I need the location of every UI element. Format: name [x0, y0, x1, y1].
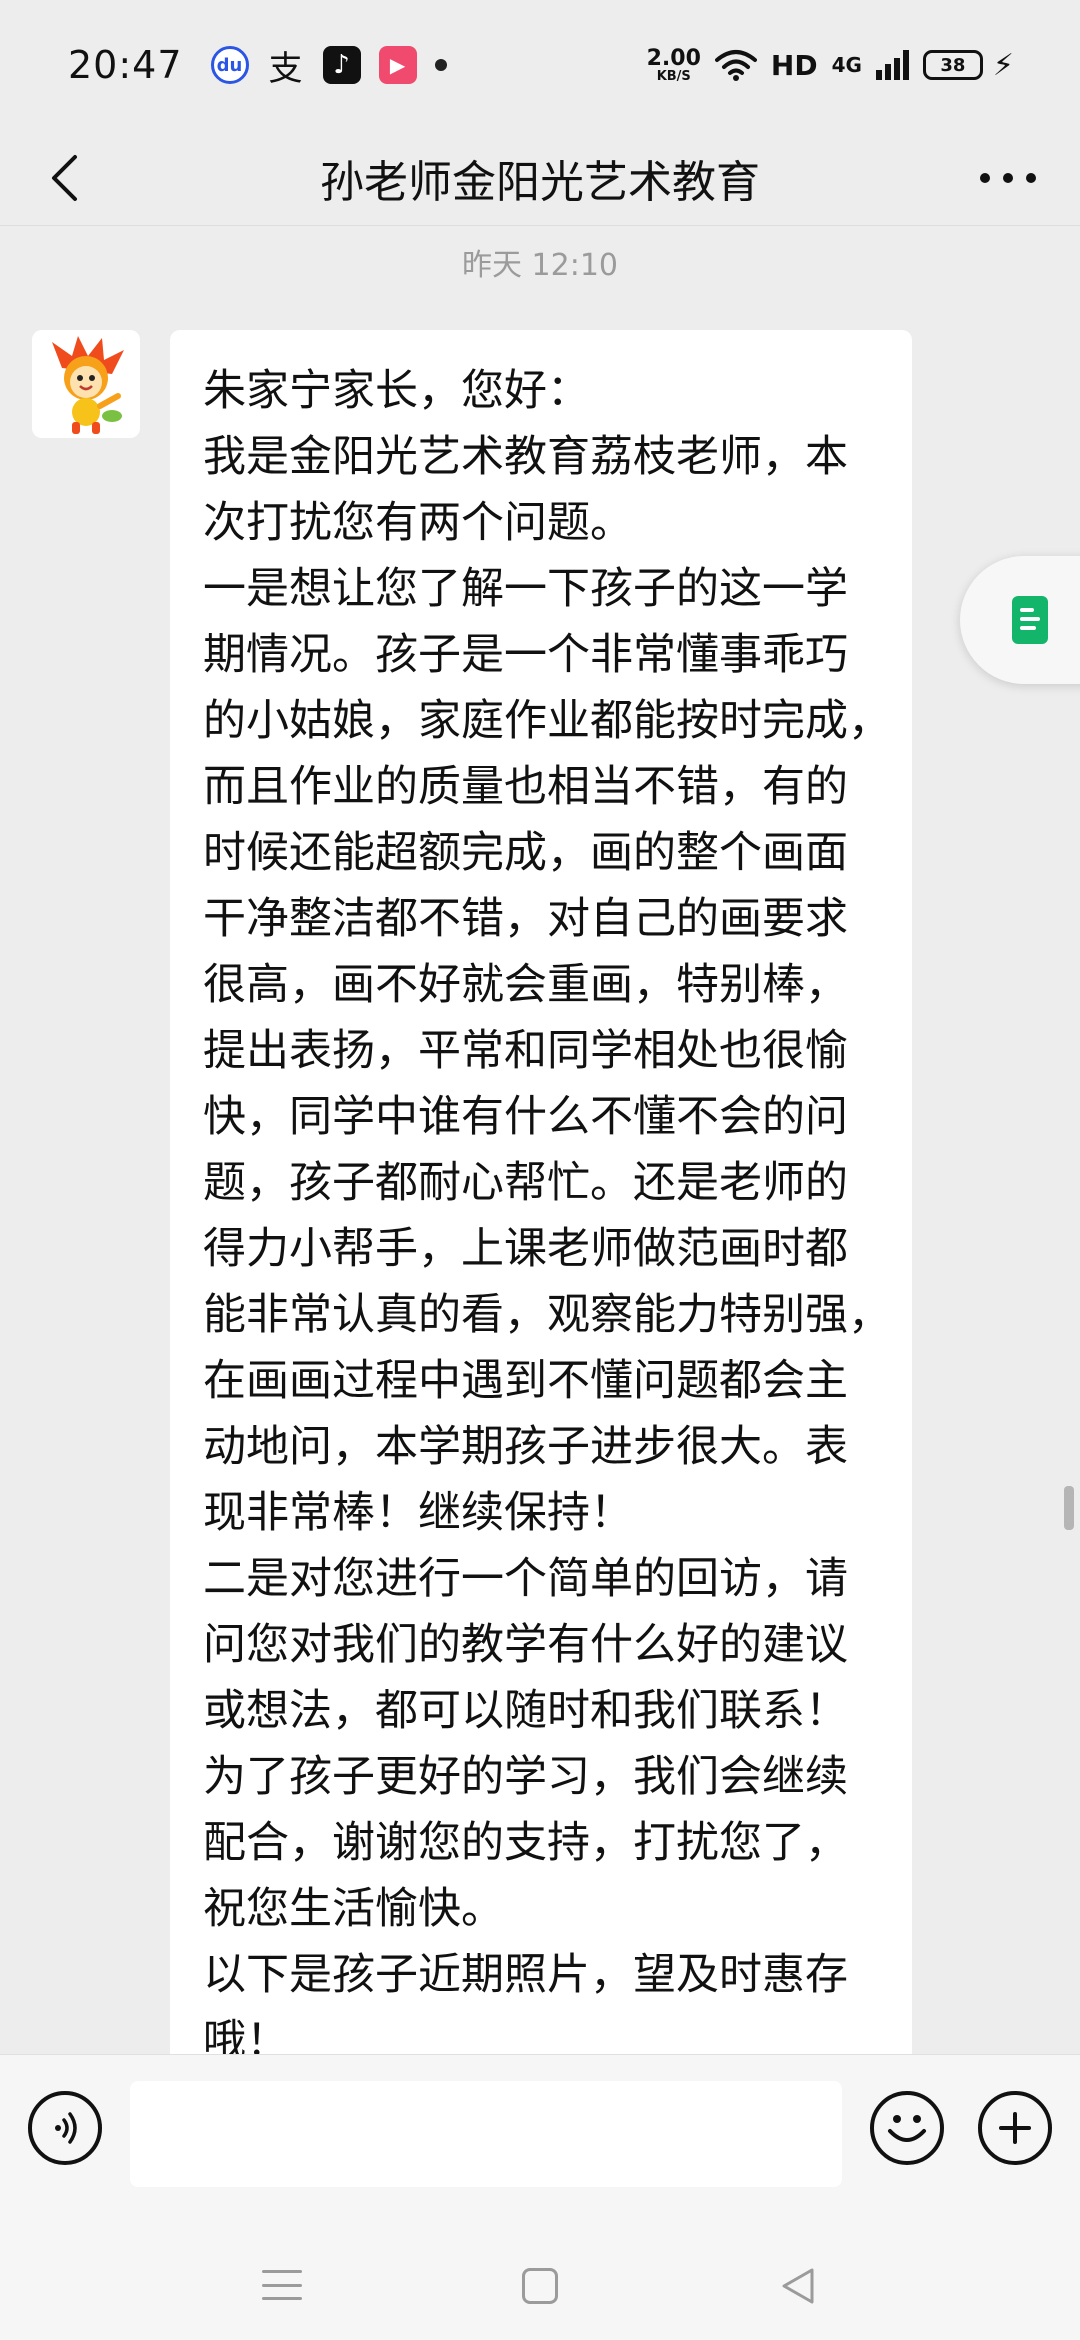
system-back-button[interactable]: [778, 2266, 818, 2306]
sender-avatar[interactable]: [32, 330, 140, 438]
signal-strength-icon: [875, 50, 909, 80]
message-line: 在画画过程中遇到不懂问题都会主: [203, 1356, 848, 1406]
chevron-left-icon: [52, 155, 77, 201]
status-indicators: 2.00 KB/S HD 4G 38 ⚡: [646, 45, 1014, 84]
tiktok-icon: ♪: [322, 46, 361, 84]
message-line: 朱家宁家长，您好：: [203, 366, 590, 416]
smiley-icon: [888, 2115, 926, 2142]
message-line: 题，孩子都耐心帮忙。还是老师的: [203, 1158, 848, 1208]
network-type: 4G: [831, 53, 862, 77]
message-bubble[interactable]: 朱家宁家长，您好： 我是金阳光艺术教育荔枝老师，本 次打扰您有两个问题。 一是想…: [170, 330, 912, 2070]
message-line: 现非常棒！继续保持！: [203, 1488, 633, 1538]
status-app-icons: du 支 ♪ ▶: [210, 46, 447, 89]
message-line: 时候还能超额完成，画的整个画面: [203, 828, 848, 878]
message-line: 祝您生活愉快。: [203, 1884, 504, 1934]
recent-apps-button[interactable]: [262, 2270, 302, 2300]
baidu-app-icon: du: [210, 46, 249, 84]
message-line: 次打扰您有两个问题。: [203, 498, 633, 548]
more-dot-icon: [1026, 173, 1036, 183]
message-line: 或想法，都可以随时和我们联系！: [203, 1686, 848, 1736]
home-button[interactable]: [522, 2268, 558, 2304]
message-line: 以下是孩子近期照片，望及时惠存: [203, 1950, 848, 2000]
message-line: 提出表扬，平常和同学相处也很愉: [203, 1026, 848, 1076]
network-speed-unit: KB/S: [656, 68, 691, 84]
triangle-back-icon: [782, 2268, 814, 2304]
message-input-bar: [0, 2054, 1080, 2190]
status-time: 20:47: [68, 43, 183, 87]
message-line: 我是金阳光艺术教育荔枝老师，本: [203, 432, 848, 482]
more-dot-icon: [980, 173, 990, 183]
message-line: 快，同学中谁有什么不懂不会的问: [203, 1092, 848, 1142]
message-line: 而且作业的质量也相当不错，有的: [203, 762, 848, 812]
charging-icon: ⚡: [992, 47, 1014, 83]
message-line: 二是对您进行一个简单的回访，请: [203, 1554, 848, 1604]
message-text-input[interactable]: [130, 2081, 842, 2187]
chat-header: 孙老师金阳光艺术教育: [0, 130, 1080, 226]
alipay-icon: 支: [268, 48, 303, 89]
notification-dot-icon: [434, 59, 447, 71]
voice-icon: [55, 2112, 77, 2144]
status-bar: 20:47 du 支 ♪ ▶ 2.00 KB/S HD 4G 38 ⚡: [0, 0, 1080, 130]
message-line: 动地问，本学期孩子进步很大。表: [203, 1422, 848, 1472]
more-dot-icon: [1003, 173, 1013, 183]
floating-document-button[interactable]: [960, 556, 1080, 684]
message-line: 期情况。孩子是一个非常懂事乖巧: [203, 630, 848, 680]
voice-input-button[interactable]: [28, 2091, 102, 2165]
hd-indicator: HD: [770, 48, 818, 82]
back-button[interactable]: [36, 150, 92, 206]
message-line: 一是想让您了解一下孩子的这一学: [203, 564, 848, 614]
message-line: 得力小帮手，上课老师做范画时都: [203, 1224, 848, 1274]
network-speed: 2.00 KB/S: [646, 45, 701, 84]
wifi-icon: [714, 50, 757, 81]
network-speed-value: 2.00: [646, 45, 701, 71]
document-icon: [1012, 596, 1048, 644]
message-line: 为了孩子更好的学习，我们会继续: [203, 1752, 848, 1802]
message-line: 问您对我们的教学有什么好的建议: [203, 1620, 848, 1670]
message-line: 很高，画不好就会重画，特别棒，: [203, 960, 848, 1010]
emoji-button[interactable]: [870, 2091, 944, 2165]
chat-screen: 20:47 du 支 ♪ ▶ 2.00 KB/S HD 4G 38 ⚡ 孙老师金…: [0, 0, 1080, 2340]
message-line: 干净整洁都不错，对自己的画要求: [203, 894, 848, 944]
message-line: 的小姑娘，家庭作业都能按时完成，: [203, 696, 891, 746]
message-timestamp: 昨天 12:10: [462, 248, 618, 283]
battery-icon: 38: [922, 50, 983, 80]
scrollbar[interactable]: [1064, 1486, 1074, 1530]
more-functions-button[interactable]: [978, 2091, 1052, 2165]
message-line: 配合，谢谢您的支持，打扰您了，: [203, 1818, 848, 1868]
more-options-button[interactable]: [976, 150, 1040, 206]
video-app-icon: ▶: [378, 46, 417, 84]
message-line: 能非常认真的看，观察能力特别强，: [203, 1290, 891, 1340]
system-navigation-bar: [0, 2190, 1080, 2340]
battery-level: 38: [940, 54, 966, 76]
chat-title: 孙老师金阳光艺术教育: [320, 156, 760, 208]
mascot-avatar-icon: [32, 330, 140, 438]
